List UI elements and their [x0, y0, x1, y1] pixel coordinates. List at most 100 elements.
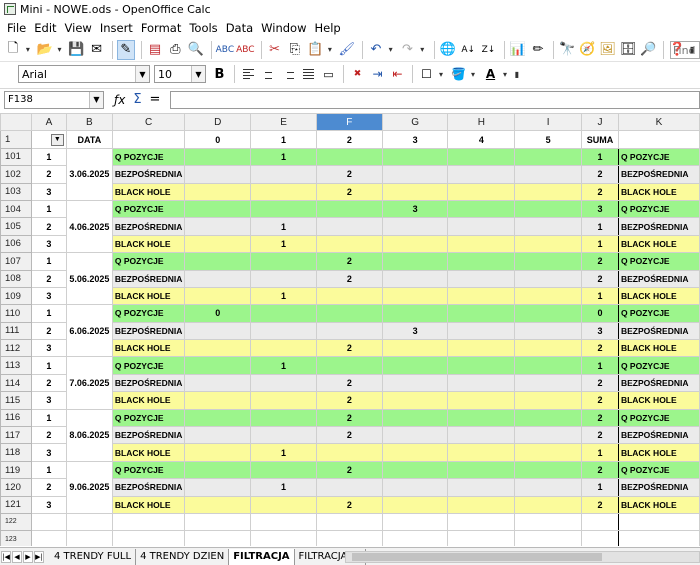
cell[interactable]: 2 [30, 165, 67, 184]
cell[interactable] [184, 252, 252, 271]
merge-cells-icon[interactable]: ▭ [319, 65, 338, 84]
row-header[interactable]: 112 [0, 339, 32, 358]
next-sheet-icon[interactable]: ▶ [23, 550, 33, 563]
menu-insert[interactable]: Insert [96, 21, 137, 35]
cell[interactable]: 2 [315, 182, 383, 201]
cell[interactable]: 1 [30, 356, 67, 375]
sum-cell[interactable]: 2 [580, 182, 619, 201]
cell[interactable] [111, 530, 186, 546]
category-cell[interactable]: BEZPOŚREDNIA [111, 373, 186, 393]
category-cell[interactable]: Q POZYCJE [111, 252, 186, 271]
menu-tools[interactable]: Tools [185, 21, 221, 35]
cell[interactable] [381, 426, 449, 445]
cell[interactable] [250, 495, 317, 514]
sum-cell[interactable]: 2 [580, 339, 619, 358]
zoom-icon[interactable]: 🔎 [639, 40, 657, 60]
cell[interactable]: 3 [381, 321, 449, 341]
cell[interactable] [447, 269, 516, 288]
redo-icon[interactable]: ↷ [398, 40, 416, 60]
category-cell[interactable]: BEZPOŚREDNIA [617, 478, 700, 497]
column-header-e[interactable]: E [250, 113, 317, 132]
toolbar-overflow-icon[interactable]: ▮ [513, 64, 521, 84]
cell[interactable] [447, 408, 516, 428]
cell[interactable] [184, 217, 252, 236]
first-sheet-icon[interactable]: |◀ [1, 550, 11, 563]
cell[interactable]: 1 [250, 443, 317, 462]
cell[interactable] [447, 530, 516, 546]
cell[interactable] [514, 269, 582, 288]
row-header[interactable]: 122 [0, 512, 32, 532]
cell[interactable] [250, 165, 317, 184]
cell[interactable] [250, 199, 317, 219]
row-header[interactable]: 105 [0, 217, 32, 236]
menu-window[interactable]: Window [257, 21, 310, 35]
category-cell[interactable]: BLACK HOLE [111, 286, 186, 306]
cell[interactable] [447, 495, 516, 514]
cell[interactable]: 1 [250, 217, 317, 236]
cell[interactable] [447, 199, 516, 219]
cell[interactable]: 2 [30, 373, 67, 393]
cell[interactable] [514, 460, 582, 480]
cell[interactable] [65, 530, 113, 546]
cell[interactable]: 2 [315, 269, 383, 288]
cell[interactable]: 1 [30, 408, 67, 428]
category-cell[interactable]: BLACK HOLE [111, 182, 186, 201]
cell[interactable] [250, 426, 317, 445]
column-header-j[interactable]: J [580, 113, 619, 132]
cell[interactable] [184, 495, 252, 514]
sum-icon[interactable]: Σ [133, 92, 141, 107]
autofilter-button[interactable]: ▼ [50, 133, 64, 146]
sort-descending-icon[interactable]: Z↓ [479, 40, 497, 60]
category-cell[interactable]: Q POZYCJE [617, 147, 700, 167]
row-header[interactable]: 104 [0, 199, 32, 219]
font-color-icon[interactable]: A [481, 65, 500, 84]
column-header-i[interactable]: I [514, 113, 582, 132]
bold-icon[interactable]: B [210, 65, 229, 84]
row-header[interactable]: 108 [0, 269, 32, 288]
category-cell[interactable]: BEZPOŚREDNIA [111, 269, 186, 288]
cell[interactable] [617, 130, 700, 149]
cell[interactable] [381, 443, 449, 462]
edit-mode-icon[interactable]: ✎ [116, 39, 136, 60]
category-cell[interactable]: BLACK HOLE [617, 391, 700, 410]
sum-cell[interactable]: 2 [580, 460, 619, 480]
cell[interactable] [514, 286, 582, 306]
sum-cell[interactable]: 2 [580, 408, 619, 428]
cell[interactable] [250, 391, 317, 410]
cell[interactable] [447, 373, 516, 393]
cell[interactable] [514, 182, 582, 201]
sum-cell[interactable]: 1 [580, 443, 619, 462]
cell[interactable] [381, 269, 449, 288]
cell[interactable]: 1 [30, 460, 67, 480]
scrollbar-thumb[interactable] [352, 553, 602, 561]
formula-input[interactable] [170, 90, 700, 109]
row-header[interactable]: 103 [0, 182, 32, 201]
cell[interactable] [381, 217, 449, 236]
align-left-icon[interactable] [239, 65, 258, 84]
column-header-d[interactable]: D [184, 113, 252, 132]
cell[interactable] [184, 339, 252, 358]
spreadsheet-grid[interactable]: A B C D E F G H I J K 1 ▼ DATA 0 1 2 3 4… [0, 113, 700, 546]
cell[interactable] [184, 234, 252, 254]
background-color-icon[interactable]: 🪣 [449, 65, 468, 84]
category-cell[interactable]: BEZPOŚREDNIA [617, 269, 700, 288]
cell[interactable] [184, 530, 252, 546]
cell[interactable]: 5 [514, 130, 582, 149]
delete-decimal-icon[interactable]: ✖ [348, 65, 367, 84]
cell[interactable]: 4 [447, 130, 516, 149]
cell[interactable]: 3 [30, 182, 67, 201]
cell[interactable]: 2 [315, 373, 383, 393]
cell[interactable]: 2 [315, 130, 383, 149]
cell[interactable] [447, 234, 516, 254]
cell[interactable]: 1 [250, 130, 317, 149]
cell[interactable] [381, 530, 449, 546]
date-cell[interactable]: 6.06.2025 [65, 304, 113, 358]
cell[interactable] [184, 460, 252, 480]
sheet-tab[interactable]: 4 TRENDY FULL [50, 548, 137, 565]
category-cell[interactable]: BLACK HOLE [111, 443, 186, 462]
column-header-c[interactable]: C [111, 113, 186, 132]
cell[interactable] [315, 356, 383, 375]
cell[interactable]: 2 [30, 269, 67, 288]
menu-format[interactable]: Format [137, 21, 186, 35]
row-header[interactable]: 115 [0, 391, 32, 410]
